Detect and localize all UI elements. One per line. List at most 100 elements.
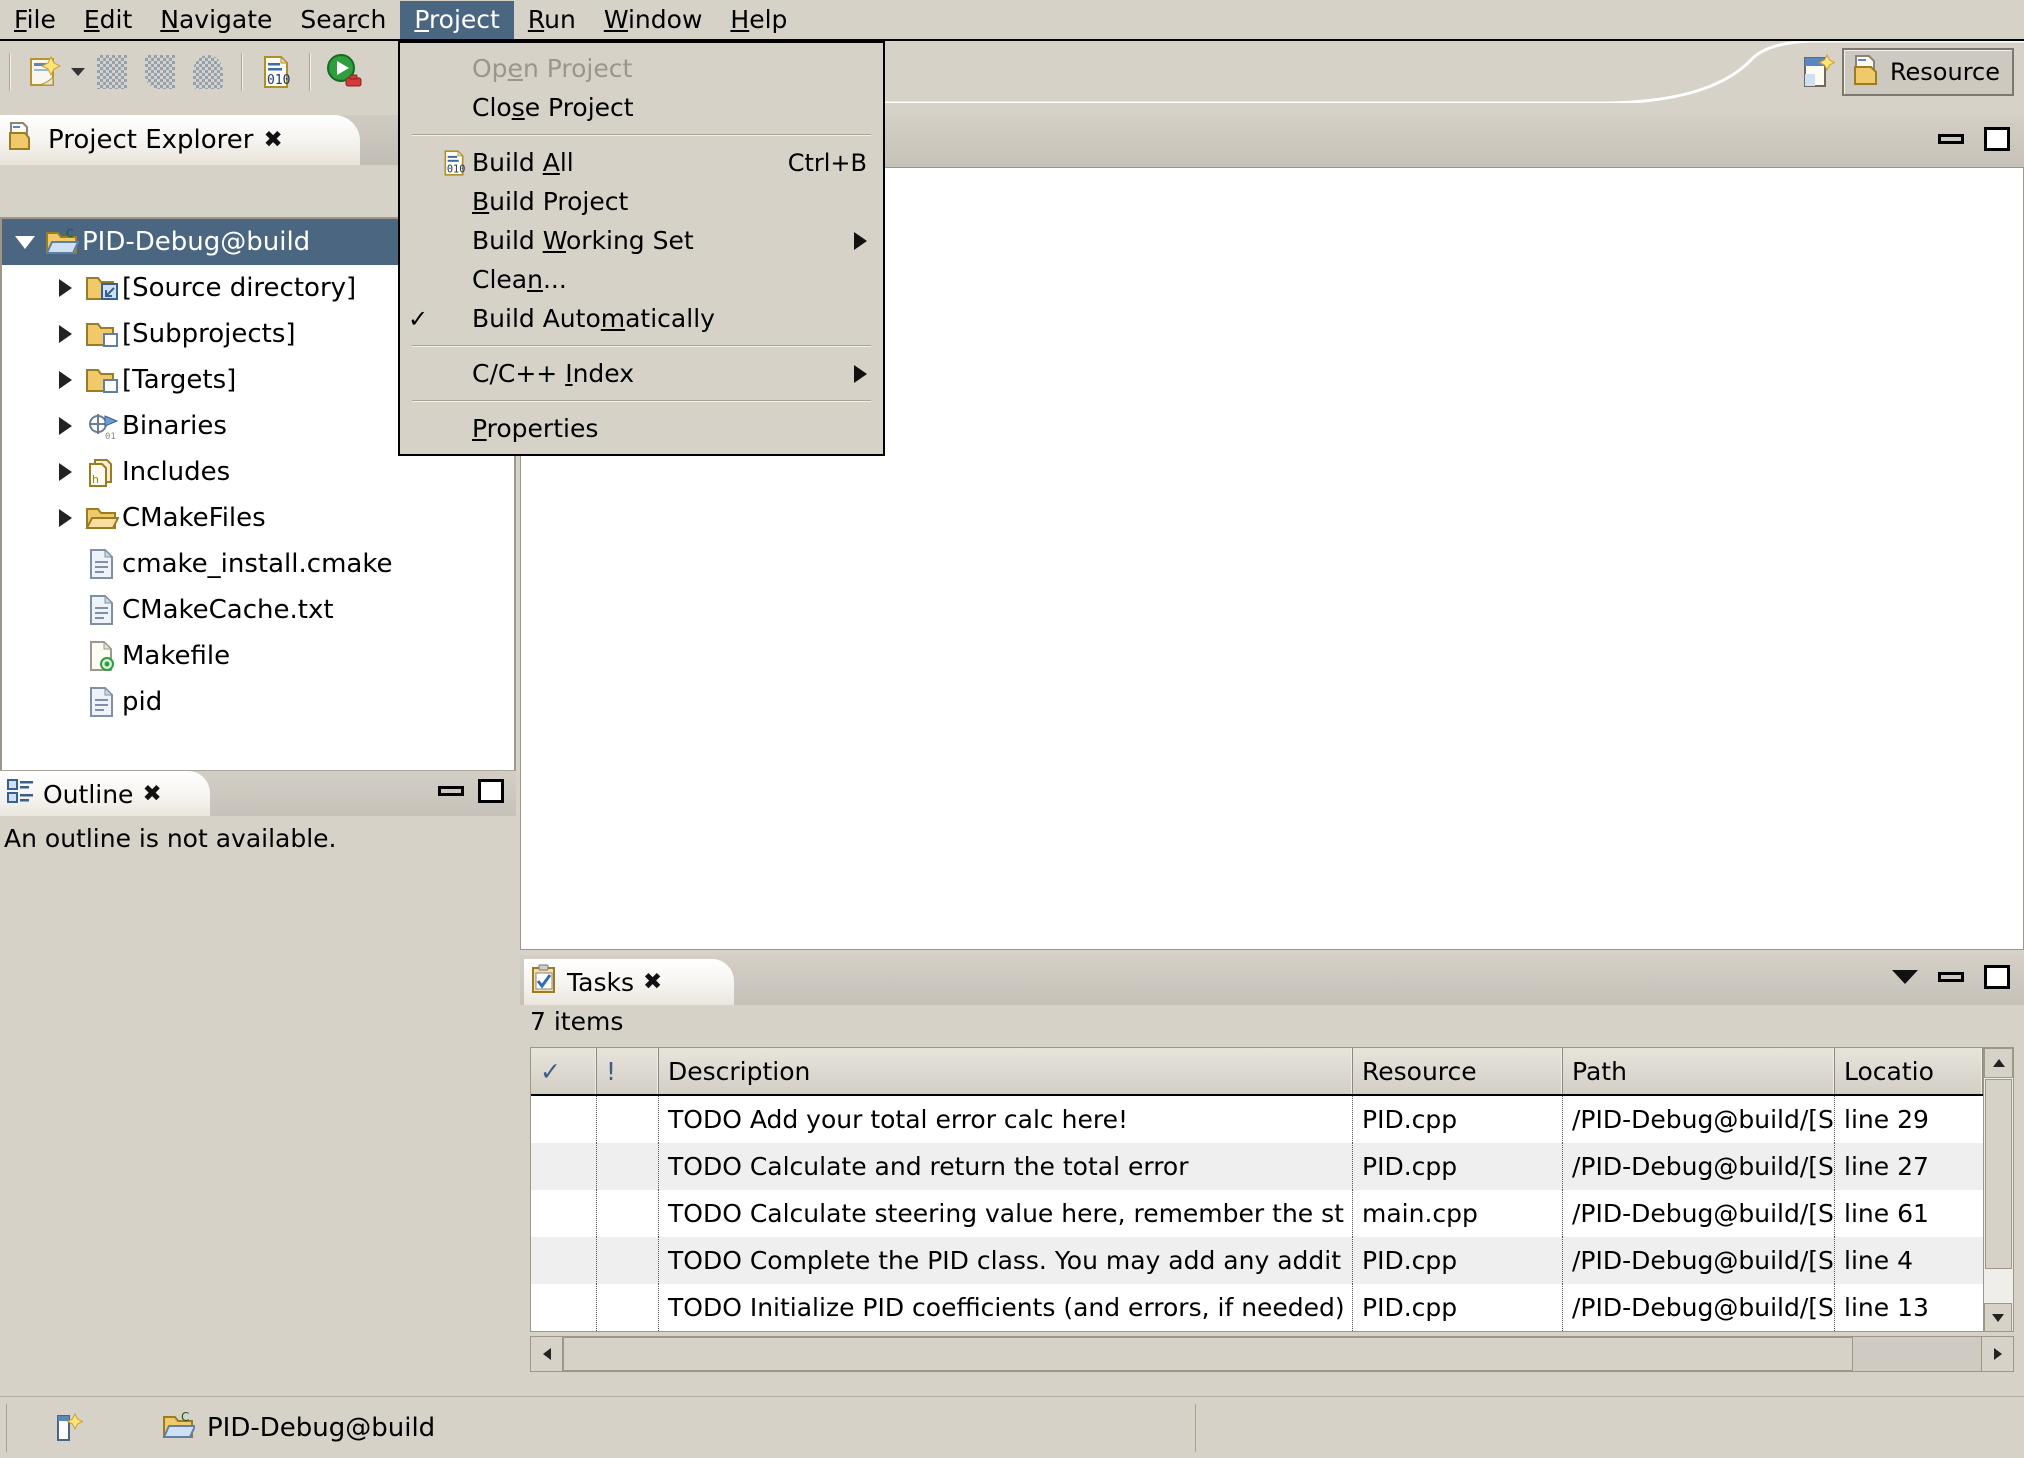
table-row[interactable]: TODO Calculate steering value here, reme… <box>531 1190 2013 1237</box>
minimize-icon[interactable] <box>1938 134 1964 144</box>
column-header-check[interactable]: ✓ <box>531 1048 597 1094</box>
chevron-down-icon[interactable] <box>8 236 42 249</box>
resource-perspective-button[interactable]: Resource <box>1842 48 2014 96</box>
tab-project-explorer[interactable]: Project Explorer ✖ <box>0 115 360 165</box>
menu-item-clean[interactable]: Clean... <box>400 260 883 299</box>
toolbar-separator-2 <box>241 53 243 91</box>
chevron-right-icon[interactable] <box>48 509 82 527</box>
menu-file[interactable]: File <box>0 1 70 39</box>
svg-text:C: C <box>66 227 74 240</box>
tree-item-label: CMakeFiles <box>122 503 266 533</box>
print-icon[interactable] <box>186 50 230 94</box>
tree-item-makefile[interactable]: Makefile <box>2 633 514 679</box>
chevron-right-icon[interactable] <box>48 417 82 435</box>
tasks-table-body[interactable]: TODO Add your total error calc here!PID.… <box>531 1096 2013 1332</box>
makefile-icon <box>82 640 122 672</box>
close-icon[interactable]: ✖ <box>263 127 282 153</box>
menu-item-close-project[interactable]: Close Project <box>400 88 883 127</box>
chevron-right-icon[interactable] <box>48 371 82 389</box>
column-header-location[interactable]: Locatio <box>1835 1048 1983 1094</box>
binaries-icon: 01 <box>82 410 122 442</box>
menu-search[interactable]: Search <box>286 1 400 39</box>
view-menu-icon[interactable] <box>1892 970 1918 984</box>
close-icon[interactable]: ✖ <box>142 781 161 807</box>
menu-item-properties[interactable]: Properties <box>400 409 883 448</box>
table-row[interactable]: TODO Initialize PID coefficients (and er… <box>531 1284 2013 1331</box>
tree-item-cmake-install-cmake[interactable]: cmake_install.cmake <box>2 541 514 587</box>
column-header-resource[interactable]: Resource <box>1353 1048 1563 1094</box>
tab-tasks[interactable]: Tasks ✖ <box>524 959 734 1005</box>
targets-folder-icon <box>82 364 122 396</box>
cell-bang <box>597 1096 659 1143</box>
cell-description: TODO Complete the PID class. You may add… <box>659 1237 1353 1284</box>
table-row[interactable]: TODO Complete the PID class. You may add… <box>531 1237 2013 1284</box>
minimize-icon[interactable] <box>1938 972 1964 982</box>
menu-item-build-working-set[interactable]: Build Working Set <box>400 221 883 260</box>
save-all-icon[interactable] <box>138 50 182 94</box>
cell-bang <box>597 1143 659 1190</box>
table-row[interactable]: TODO Initialize the pid variable.main.cp… <box>531 1331 2013 1332</box>
tree-item-label: PID-Debug@build <box>82 227 310 257</box>
column-header-description[interactable]: Description <box>659 1048 1353 1094</box>
column-header-label: ✓ <box>540 1057 561 1086</box>
outline-title: Outline <box>43 780 133 809</box>
project-menu-dropdown[interactable]: Open ProjectClose Project010Build AllCtr… <box>398 41 885 456</box>
maximize-icon[interactable] <box>478 779 504 803</box>
menu-help[interactable]: Help <box>716 1 801 39</box>
close-icon[interactable]: ✖ <box>643 969 662 995</box>
tree-item-cmakefiles[interactable]: CMakeFiles <box>2 495 514 541</box>
tree-item-pid[interactable]: pid <box>2 679 514 725</box>
maximize-icon[interactable] <box>1984 965 2010 989</box>
menu-item-c/c++-index[interactable]: C/C++ Index <box>400 354 883 393</box>
column-header-label: Description <box>668 1057 810 1086</box>
scroll-left-icon[interactable] <box>531 1337 563 1371</box>
tree-item-label: cmake_install.cmake <box>122 549 392 579</box>
chevron-right-icon[interactable] <box>48 279 82 297</box>
hscrollbar-thumb[interactable] <box>563 1337 1853 1371</box>
resource-perspective-label: Resource <box>1890 58 2000 86</box>
tree-item-label: [Subprojects] <box>122 319 296 349</box>
folder-icon <box>82 502 122 534</box>
file-icon <box>82 548 122 580</box>
column-header-path[interactable]: Path <box>1563 1048 1835 1094</box>
chevron-right-icon[interactable] <box>48 463 82 481</box>
column-header-label: Path <box>1572 1057 1627 1086</box>
new-wizard-icon[interactable] <box>22 50 66 94</box>
includes-icon: h <box>82 456 122 488</box>
menu-navigate[interactable]: Navigate <box>146 1 286 39</box>
menu-project[interactable]: Project <box>400 1 514 39</box>
column-header-bang[interactable]: ! <box>597 1048 659 1094</box>
tab-outline[interactable]: Outline ✖ <box>0 771 210 817</box>
scroll-down-icon[interactable] <box>1984 1303 2012 1332</box>
cell-resource: PID.cpp <box>1353 1284 1563 1331</box>
open-perspective-icon[interactable] <box>1796 50 1840 94</box>
cell-location: line 61 <box>1835 1190 1983 1237</box>
save-icon[interactable] <box>90 50 134 94</box>
maximize-icon[interactable] <box>1984 127 2010 151</box>
menu-run[interactable]: Run <box>514 1 590 39</box>
menu-item-build-automatically[interactable]: ✓Build Automatically <box>400 299 883 338</box>
table-row[interactable]: TODO Calculate and return the total erro… <box>531 1143 2013 1190</box>
cell-description: TODO Initialize the pid variable. <box>659 1331 1353 1332</box>
menu-item-build-all[interactable]: 010Build AllCtrl+B <box>400 143 883 182</box>
build-all-icon: 010 <box>436 148 472 178</box>
cell-description: TODO Calculate steering value here, reme… <box>659 1190 1353 1237</box>
tree-item-cmakecache-txt[interactable]: CMakeCache.txt <box>2 587 514 633</box>
scroll-right-icon[interactable] <box>1981 1337 2013 1371</box>
tasks-horizontal-scrollbar[interactable] <box>530 1336 2014 1372</box>
table-row[interactable]: TODO Add your total error calc here!PID.… <box>531 1096 2013 1143</box>
build-all-icon[interactable]: 010 <box>254 50 298 94</box>
tasks-table[interactable]: ✓! Description Resource Path Locatio TODO Ad… <box>530 1047 2014 1332</box>
run-icon[interactable] <box>322 50 366 94</box>
menu-separator <box>412 134 871 136</box>
menu-item-build-project[interactable]: Build Project <box>400 182 883 221</box>
tasks-vertical-scrollbar[interactable] <box>1983 1048 2013 1332</box>
project-explorer-icon <box>8 121 38 160</box>
scroll-up-icon[interactable] <box>1984 1048 2013 1078</box>
scrollbar-thumb[interactable] <box>1985 1079 2012 1269</box>
new-dropdown-arrow[interactable] <box>68 50 88 94</box>
menu-window[interactable]: Window <box>590 1 717 39</box>
minimize-icon[interactable] <box>438 786 464 796</box>
menu-edit[interactable]: Edit <box>70 1 146 39</box>
chevron-right-icon[interactable] <box>48 325 82 343</box>
